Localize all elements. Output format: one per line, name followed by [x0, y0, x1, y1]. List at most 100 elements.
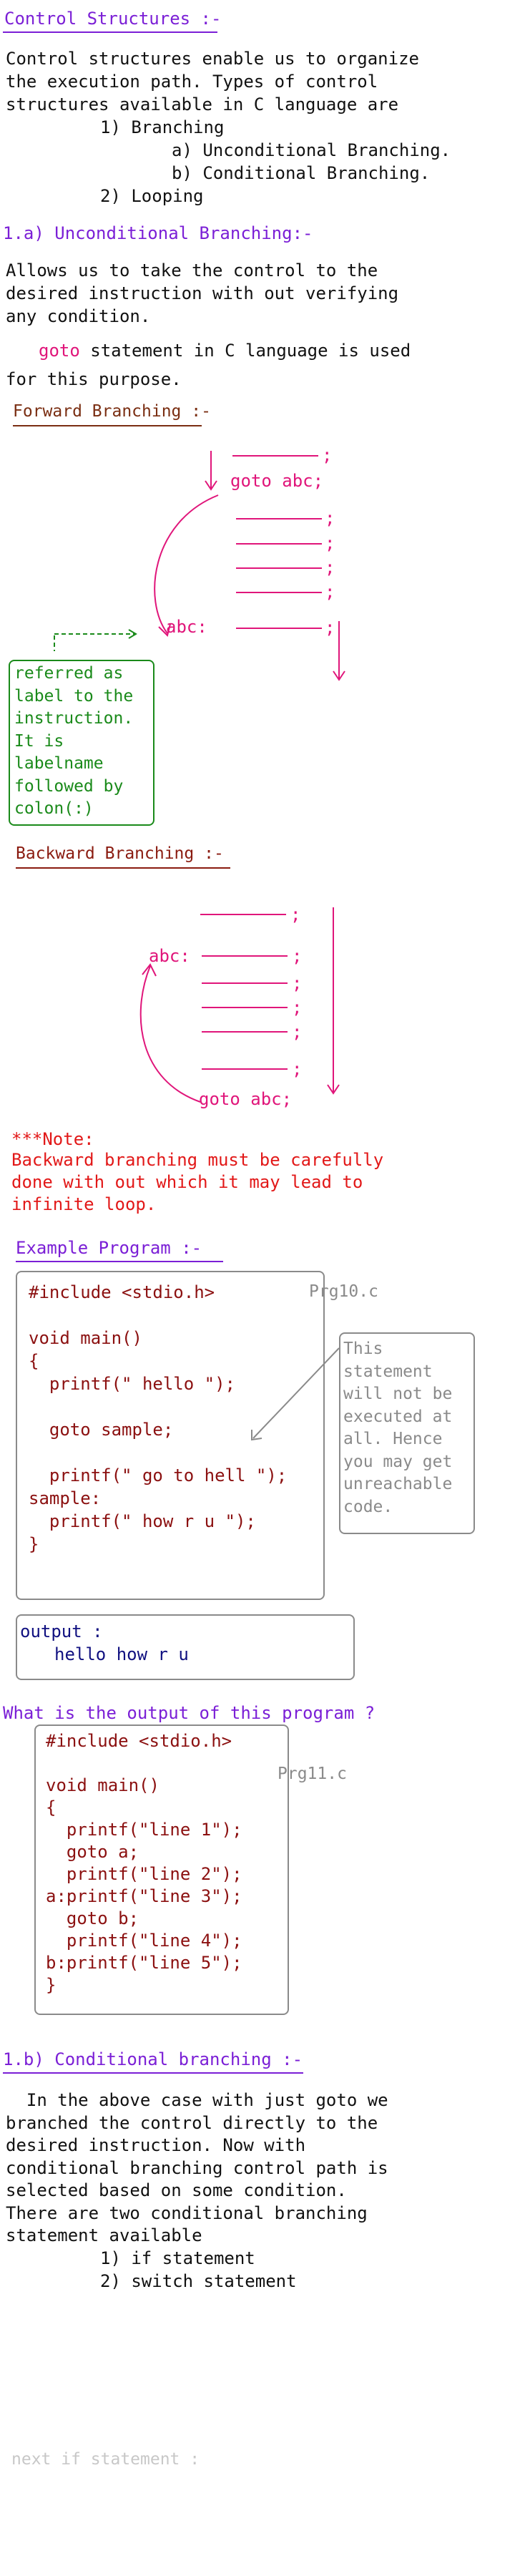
code-line: printf("line 1");: [46, 1820, 242, 1840]
code-line: {: [29, 1351, 39, 1371]
forward-heading-underline: [13, 425, 202, 426]
unconditional-desc: Allows us to take the control to the des…: [6, 259, 398, 328]
forward-semicolon: ;: [325, 582, 335, 602]
example-program-heading: Example Program :-: [16, 1238, 202, 1258]
cond-desc-line: In the above case with just goto we: [26, 2090, 388, 2110]
callout-line: executed at: [343, 1407, 453, 1426]
section-heading-conditional: 1.b) Conditional branching :-: [3, 2049, 303, 2069]
type-conditional: b) Conditional Branching.: [172, 163, 431, 183]
output-value: hello how r u: [54, 1644, 189, 1664]
forward-semicolon: ;: [325, 508, 335, 528]
cond-desc-line: There are two conditional branching: [6, 2202, 368, 2223]
code-line: printf(" how r u ");: [29, 1511, 256, 1531]
label-note-line: It is: [14, 731, 64, 751]
label-note-line: referred as: [14, 664, 124, 683]
intro-line-1: Control structures enable us to organize: [6, 49, 419, 69]
intro-text: Control structures enable us to organize…: [6, 47, 419, 116]
label-note-line: label to the: [14, 686, 134, 706]
type-branching: 1) Branching: [100, 117, 225, 137]
forward-goto-stmt: goto abc;: [230, 471, 324, 491]
code-line: }: [46, 1975, 57, 1995]
callout-pointer: [251, 1347, 340, 1441]
backward-semicolon: ;: [292, 1059, 303, 1079]
section-heading-unconditional: 1.a) Unconditional Branching:-: [3, 223, 313, 243]
code-line: goto a;: [46, 1842, 139, 1862]
backward-goto-stmt: goto abc;: [199, 1089, 293, 1109]
uncond-desc-line-3: any condition.: [6, 306, 151, 326]
backward-semicolon: ;: [292, 973, 303, 993]
label-note-line: instruction.: [14, 709, 134, 728]
code-line: a:printf("line 3");: [46, 1886, 242, 1906]
forward-semicolon: ;: [325, 533, 335, 553]
intro-line-3: structures available in C language are: [6, 94, 399, 114]
cond-desc-line: conditional branching control path is: [6, 2157, 388, 2178]
cond-desc-line: selected based on some condition.: [6, 2180, 347, 2200]
goto-sentence: goto statement in C language is used: [39, 339, 411, 362]
type-unconditional: a) Unconditional Branching.: [172, 140, 451, 160]
backward-branching-diagram: [139, 907, 340, 1103]
code-line: b:printf("line 5");: [46, 1953, 242, 1973]
callout-line: This: [343, 1340, 383, 1358]
cond-desc-line: desired instruction. Now with: [6, 2135, 306, 2155]
callout-line: statement: [343, 1362, 433, 1381]
backward-semicolon: ;: [292, 1022, 303, 1042]
title-underline: [3, 31, 217, 33]
code-line: {: [46, 1797, 57, 1818]
output-label: output :: [20, 1621, 103, 1641]
backward-heading-underline: [16, 867, 230, 869]
label-note-text: referred as label to the instruction. It…: [14, 663, 133, 821]
note-line: Backward branching must be carefully: [11, 1150, 384, 1170]
code-line: #include <stdio.h>: [46, 1731, 232, 1751]
cond-item-if: 1) if statement: [100, 2248, 255, 2268]
forward-semicolon: ;: [325, 557, 335, 577]
goto-keyword: goto: [39, 341, 80, 361]
example-filename: Prg10.c: [309, 1282, 378, 1301]
note-text: Backward branching must be carefully don…: [11, 1149, 383, 1216]
backward-semicolon: ;: [292, 997, 303, 1018]
question-code: #include <stdio.h> void main() { printf(…: [46, 1730, 242, 1996]
callout-line: unreachable: [343, 1475, 453, 1493]
code-line: printf("line 4");: [46, 1931, 242, 1951]
note-line: infinite loop.: [11, 1194, 157, 1214]
uncond-desc-line-2: desired instruction with out verifying: [6, 283, 399, 303]
backward-semicolon: ;: [290, 904, 301, 924]
callout-line: all. Hence: [343, 1430, 443, 1448]
callout-line: will not be: [343, 1385, 453, 1403]
code-line: sample:: [29, 1488, 102, 1508]
backward-jump-curve: [139, 965, 201, 1103]
callout-line: you may get: [343, 1452, 453, 1471]
conditional-heading-underline: [3, 2072, 303, 2074]
backward-branching-heading: Backward Branching :-: [16, 844, 224, 863]
label-note-line: followed by: [14, 776, 124, 796]
code-line: #include <stdio.h>: [29, 1282, 215, 1302]
code-line: printf(" go to hell ");: [29, 1465, 288, 1485]
goto-sentence-line-2: for this purpose.: [6, 369, 182, 389]
example-heading-underline: [16, 1261, 223, 1262]
code-line: goto b;: [46, 1908, 139, 1928]
intro-line-2: the execution path. Types of control: [6, 72, 378, 92]
callout-line: code.: [343, 1497, 393, 1516]
code-line: printf("line 2");: [46, 1864, 242, 1884]
note-line: done with out which it may lead to: [11, 1172, 363, 1192]
forward-semicolon: ;: [325, 618, 335, 638]
label-note-line: colon(:): [14, 799, 94, 818]
note-title: ***Note:: [11, 1129, 94, 1149]
type-looping: 2) Looping: [100, 186, 204, 206]
next-link[interactable]: next if statement :: [11, 2450, 200, 2469]
backward-semicolon: ;: [292, 946, 303, 966]
cond-item-switch: 2) switch statement: [100, 2271, 297, 2291]
code-line: printf(" hello ");: [29, 1374, 235, 1394]
cond-desc-line: branched the control directly to the: [6, 2112, 378, 2133]
code-line: void main(): [46, 1775, 160, 1795]
goto-sentence-rest: statement in C language is used: [90, 341, 411, 361]
cond-desc-line: statement available: [6, 2225, 202, 2245]
code-line: goto sample;: [29, 1420, 174, 1440]
forward-jump-curve: [154, 494, 219, 634]
page-title: Control Structures :-: [4, 9, 222, 29]
question-heading: What is the output of this program ?: [3, 1703, 376, 1723]
callout-text: This statement will not be executed at a…: [343, 1338, 452, 1518]
uncond-desc-line-1: Allows us to take the control to the: [6, 260, 378, 280]
question-filename: Prg11.c: [278, 1765, 347, 1783]
label-note-line: labelname: [14, 754, 104, 773]
code-line: void main(): [29, 1328, 142, 1348]
